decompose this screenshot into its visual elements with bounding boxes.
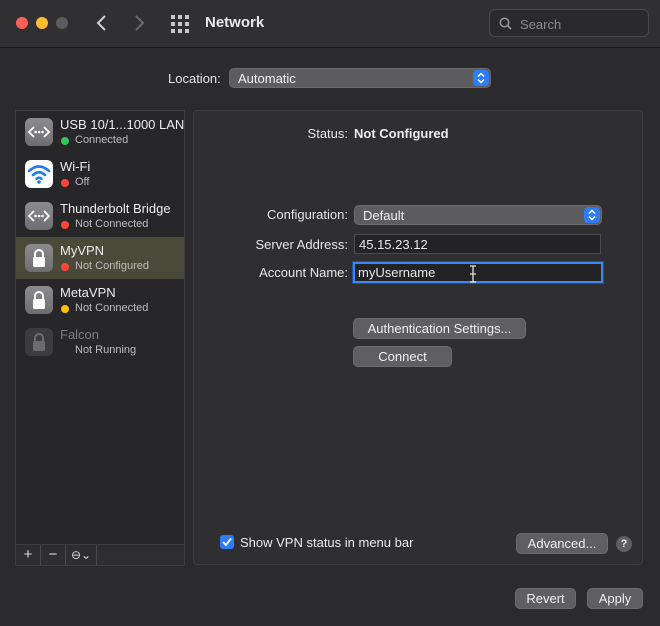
window-title: Network [205, 14, 265, 31]
connect-button[interactable]: Connect [353, 346, 452, 367]
show-all-grid-button[interactable] [170, 14, 190, 34]
service-item-thunderbolt-bridge[interactable]: Thunderbolt Bridge Not Connected [16, 195, 184, 237]
service-item-wifi[interactable]: Wi-Fi Off [16, 153, 184, 195]
service-status: Not Configured [75, 260, 149, 272]
account-name-label: Account Name: [259, 265, 348, 280]
lock-icon [25, 328, 53, 356]
action-menu-button[interactable]: ⊖⌄ [66, 545, 97, 565]
lock-icon [25, 286, 53, 314]
apply-button[interactable]: Apply [587, 588, 643, 609]
account-name-input[interactable] [353, 262, 603, 283]
service-name: MetaVPN [60, 285, 116, 300]
status-dot [61, 179, 69, 187]
up-down-arrows-icon [584, 207, 600, 223]
add-service-button[interactable]: + [16, 545, 41, 565]
service-status: Not Running [75, 344, 137, 356]
ethernet-icon [25, 118, 53, 146]
configuration-popup[interactable]: Default [354, 205, 602, 225]
service-list: USB 10/1...1000 LAN Connected Wi-Fi Off … [15, 110, 185, 565]
service-name: MyVPN [60, 243, 105, 258]
configuration-value: Default [363, 208, 405, 223]
service-name: USB 10/1...1000 LAN [60, 117, 185, 132]
service-status: Off [75, 176, 90, 188]
remove-service-button[interactable]: − [41, 545, 66, 565]
service-status: Not Connected [75, 218, 149, 230]
revert-button[interactable]: Revert [515, 588, 576, 609]
status-dot [61, 305, 69, 313]
status-label: Status: [307, 126, 348, 141]
close-window-button[interactable] [16, 17, 28, 29]
service-name: Falcon [60, 327, 100, 342]
chevron-right-icon [135, 15, 145, 31]
status-dot [61, 137, 69, 145]
minimize-window-button[interactable] [36, 17, 48, 29]
show-vpn-status-label: Show VPN status in menu bar [240, 535, 414, 550]
status-dot [61, 221, 69, 229]
grid-icon [171, 15, 189, 33]
title-bar: Network [0, 0, 660, 48]
configuration-label: Configuration: [267, 207, 348, 222]
location-value: Automatic [238, 71, 296, 86]
location-popup[interactable]: Automatic [229, 68, 491, 88]
help-button[interactable]: ? [616, 536, 632, 552]
ethernet-icon [25, 202, 53, 230]
lock-icon [25, 244, 53, 272]
server-address-label: Server Address: [255, 237, 349, 252]
text-cursor-icon [470, 265, 476, 283]
search-icon [499, 17, 512, 30]
server-address-input[interactable] [354, 234, 601, 254]
up-down-arrows-icon [473, 70, 489, 86]
wifi-icon [25, 160, 53, 188]
service-item-usb-lan[interactable]: USB 10/1...1000 LAN Connected [16, 111, 184, 153]
service-name: Thunderbolt Bridge [60, 201, 171, 216]
service-status: Not Connected [75, 302, 149, 314]
forward-button[interactable] [128, 11, 150, 35]
sidebar-toolbar: + − ⊖⌄ [15, 544, 185, 566]
advanced-button[interactable]: Advanced... [516, 533, 608, 554]
search-field[interactable] [489, 9, 649, 37]
search-input[interactable] [518, 14, 642, 34]
chevron-left-icon [96, 15, 106, 31]
service-item-myvpn[interactable]: MyVPN Not Configured [16, 237, 184, 279]
back-button[interactable] [91, 11, 113, 35]
checkmark-icon [222, 537, 232, 547]
service-name: Wi-Fi [60, 159, 91, 174]
authentication-settings-button[interactable]: Authentication Settings... [353, 318, 526, 339]
location-label: Location: [168, 71, 221, 86]
service-item-metavpn[interactable]: MetaVPN Not Connected [16, 279, 184, 321]
service-status: Connected [75, 134, 129, 146]
status-value: Not Configured [354, 126, 449, 141]
status-dot [61, 263, 69, 271]
show-vpn-status-checkbox[interactable] [220, 535, 234, 549]
service-item-falcon[interactable]: Falcon Not Running [16, 321, 184, 363]
zoom-window-button[interactable] [56, 17, 68, 29]
